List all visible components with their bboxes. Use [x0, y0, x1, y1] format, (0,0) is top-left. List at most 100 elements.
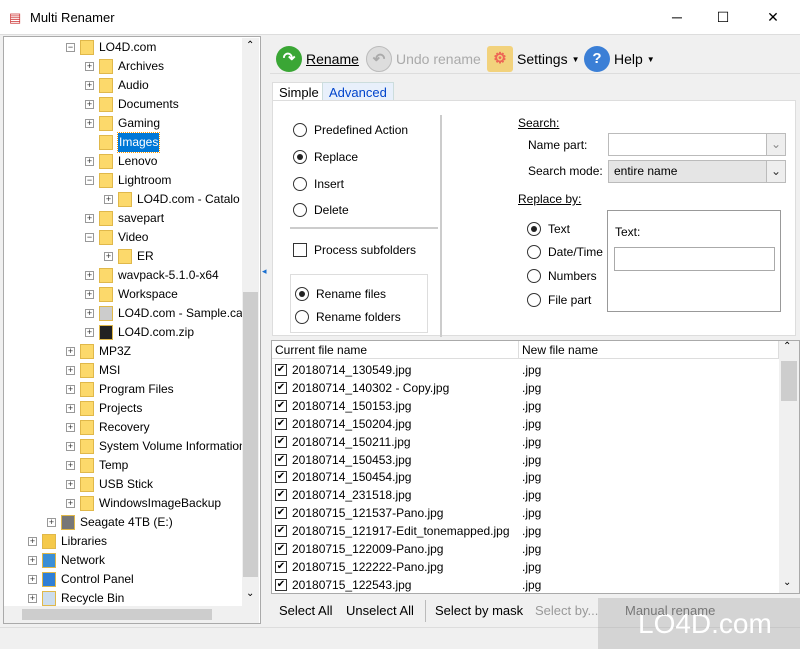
- row-checkbox[interactable]: ✔: [275, 381, 287, 394]
- tree-item[interactable]: + LO4D.com - Sample.ca: [4, 304, 243, 323]
- file-row[interactable]: ✔ 20180714_150454.jpg .jpg: [272, 468, 778, 486]
- tree-item[interactable]: + LO4D.com.zip: [4, 323, 242, 342]
- tree-item[interactable]: + Recovery: [4, 418, 242, 437]
- tree-item[interactable]: − Lightroom: [4, 171, 242, 190]
- folder-tree[interactable]: − LO4D.com + Archives + Audio + Documents + Gamin…: [3, 36, 261, 624]
- expand-icon[interactable]: +: [85, 271, 94, 280]
- collapse-icon[interactable]: −: [85, 233, 94, 242]
- tree-item[interactable]: + LO4D.com - Catalo: [4, 190, 242, 209]
- file-row[interactable]: ✔ 20180715_122543.jpg .jpg: [272, 576, 778, 594]
- expand-icon[interactable]: +: [85, 214, 94, 223]
- tree-hscroll-thumb[interactable]: [22, 609, 212, 620]
- row-checkbox[interactable]: ✔: [275, 417, 287, 430]
- collapse-icon[interactable]: −: [85, 176, 94, 185]
- expand-icon[interactable]: +: [66, 385, 75, 394]
- panel-splitter[interactable]: ◂: [262, 36, 268, 624]
- expand-icon[interactable]: +: [66, 366, 75, 375]
- expand-icon[interactable]: +: [28, 556, 37, 565]
- column-header-current[interactable]: Current file name: [272, 341, 519, 359]
- replace-text-input[interactable]: [614, 247, 775, 271]
- row-checkbox[interactable]: ✔: [275, 489, 287, 502]
- radio-text[interactable]: Text: [527, 222, 570, 236]
- radio-numbers[interactable]: Numbers: [527, 269, 597, 283]
- expand-icon[interactable]: +: [28, 575, 37, 584]
- tree-item[interactable]: + Libraries: [4, 532, 242, 551]
- tree-item[interactable]: + Temp: [4, 456, 242, 475]
- collapse-icon[interactable]: −: [66, 43, 75, 52]
- tree-item[interactable]: + Control Panel: [4, 570, 242, 589]
- expand-icon[interactable]: +: [66, 423, 75, 432]
- settings-button[interactable]: ⚙ Settings ▼: [487, 46, 580, 72]
- radio-insert[interactable]: Insert: [293, 177, 344, 191]
- scroll-up-icon[interactable]: ⌃: [246, 40, 254, 51]
- tree-scroll-thumb[interactable]: [243, 292, 258, 577]
- expand-icon[interactable]: +: [47, 518, 56, 527]
- list-scroll-thumb[interactable]: [781, 361, 797, 401]
- expand-icon[interactable]: +: [85, 62, 94, 71]
- tree-item[interactable]: + USB Stick: [4, 475, 242, 494]
- file-row[interactable]: ✔ 20180714_231518.jpg .jpg: [272, 486, 778, 504]
- expand-icon[interactable]: +: [85, 290, 94, 299]
- expand-icon[interactable]: +: [66, 480, 75, 489]
- process-subfolders-checkbox[interactable]: Process subfolders: [293, 243, 416, 257]
- help-button[interactable]: ? Help ▼: [584, 46, 655, 72]
- file-row[interactable]: ✔ 20180714_150453.jpg .jpg: [272, 451, 778, 469]
- radio-rename-files[interactable]: Rename files: [295, 287, 386, 301]
- expand-icon[interactable]: +: [85, 119, 94, 128]
- expand-icon[interactable]: +: [104, 195, 113, 204]
- expand-icon[interactable]: +: [85, 309, 94, 318]
- file-row[interactable]: ✔ 20180714_150204.jpg .jpg: [272, 415, 778, 433]
- row-checkbox[interactable]: ✔: [275, 560, 287, 573]
- tree-item[interactable]: + WindowsImageBackup: [4, 494, 242, 513]
- file-row[interactable]: ✔ 20180715_121917-Edit_tonemapped.jpg .jpg: [272, 522, 778, 540]
- file-row[interactable]: ✔ 20180714_150153.jpg .jpg: [272, 397, 778, 415]
- tree-item[interactable]: + Documents: [4, 95, 242, 114]
- expand-icon[interactable]: +: [28, 537, 37, 546]
- expand-icon[interactable]: +: [66, 499, 75, 508]
- expand-icon[interactable]: +: [28, 594, 37, 603]
- tree-item[interactable]: + Archives: [4, 57, 242, 76]
- radio-replace[interactable]: Replace: [293, 150, 358, 164]
- tree-item[interactable]: + Program Files: [4, 380, 242, 399]
- row-checkbox[interactable]: ✔: [275, 364, 287, 376]
- radio-delete[interactable]: Delete: [293, 203, 349, 217]
- row-checkbox[interactable]: ✔: [275, 471, 287, 484]
- row-checkbox[interactable]: ✔: [275, 507, 287, 520]
- tree-item[interactable]: + System Volume Information: [4, 437, 246, 456]
- tree-item[interactable]: + Audio: [4, 76, 242, 95]
- tab-simple[interactable]: Simple: [272, 82, 326, 101]
- row-checkbox[interactable]: ✔: [275, 525, 287, 538]
- tab-advanced[interactable]: Advanced: [322, 82, 394, 101]
- expand-icon[interactable]: +: [85, 328, 94, 337]
- minimize-button[interactable]: ─: [654, 0, 700, 35]
- tree-item[interactable]: + Lenovo: [4, 152, 242, 171]
- list-vertical-scrollbar[interactable]: ⌃ ⌄: [779, 341, 799, 593]
- row-checkbox[interactable]: ✔: [275, 435, 287, 448]
- tree-item[interactable]: − LO4D.com: [4, 38, 242, 57]
- expand-icon[interactable]: +: [66, 404, 75, 413]
- tree-item[interactable]: + MSI: [4, 361, 242, 380]
- tree-item[interactable]: + Seagate 4TB (E:): [4, 513, 242, 532]
- tree-item[interactable]: + wavpack-5.1.0-x64: [4, 266, 242, 285]
- unselect-all-button[interactable]: Unselect All: [346, 603, 414, 618]
- row-checkbox[interactable]: ✔: [275, 399, 287, 412]
- radio-rename-folders[interactable]: Rename folders: [295, 310, 401, 324]
- file-row[interactable]: ✔ 20180714_130549.jpg .jpg: [272, 361, 778, 379]
- file-row[interactable]: ✔ 20180715_121537-Pano.jpg .jpg: [272, 504, 778, 522]
- row-checkbox[interactable]: ✔: [275, 578, 287, 591]
- tree-item[interactable]: + Network: [4, 551, 242, 570]
- tree-item[interactable]: + Projects: [4, 399, 242, 418]
- tree-item[interactable]: Images: [4, 132, 242, 153]
- expand-icon[interactable]: +: [85, 81, 94, 90]
- scroll-down-icon[interactable]: ⌄: [246, 588, 254, 599]
- expand-icon[interactable]: +: [66, 442, 75, 451]
- expand-icon[interactable]: +: [85, 100, 94, 109]
- tree-item[interactable]: + Workspace: [4, 285, 242, 304]
- radio-datetime[interactable]: Date/Time: [527, 245, 603, 259]
- row-checkbox[interactable]: ✔: [275, 543, 287, 555]
- rename-button[interactable]: ↷ Rename: [276, 46, 359, 72]
- tree-item[interactable]: + Gaming: [4, 114, 242, 133]
- expand-icon[interactable]: +: [66, 461, 75, 470]
- search-mode-select[interactable]: entire name ⌄: [608, 160, 786, 183]
- expand-icon[interactable]: +: [104, 252, 113, 261]
